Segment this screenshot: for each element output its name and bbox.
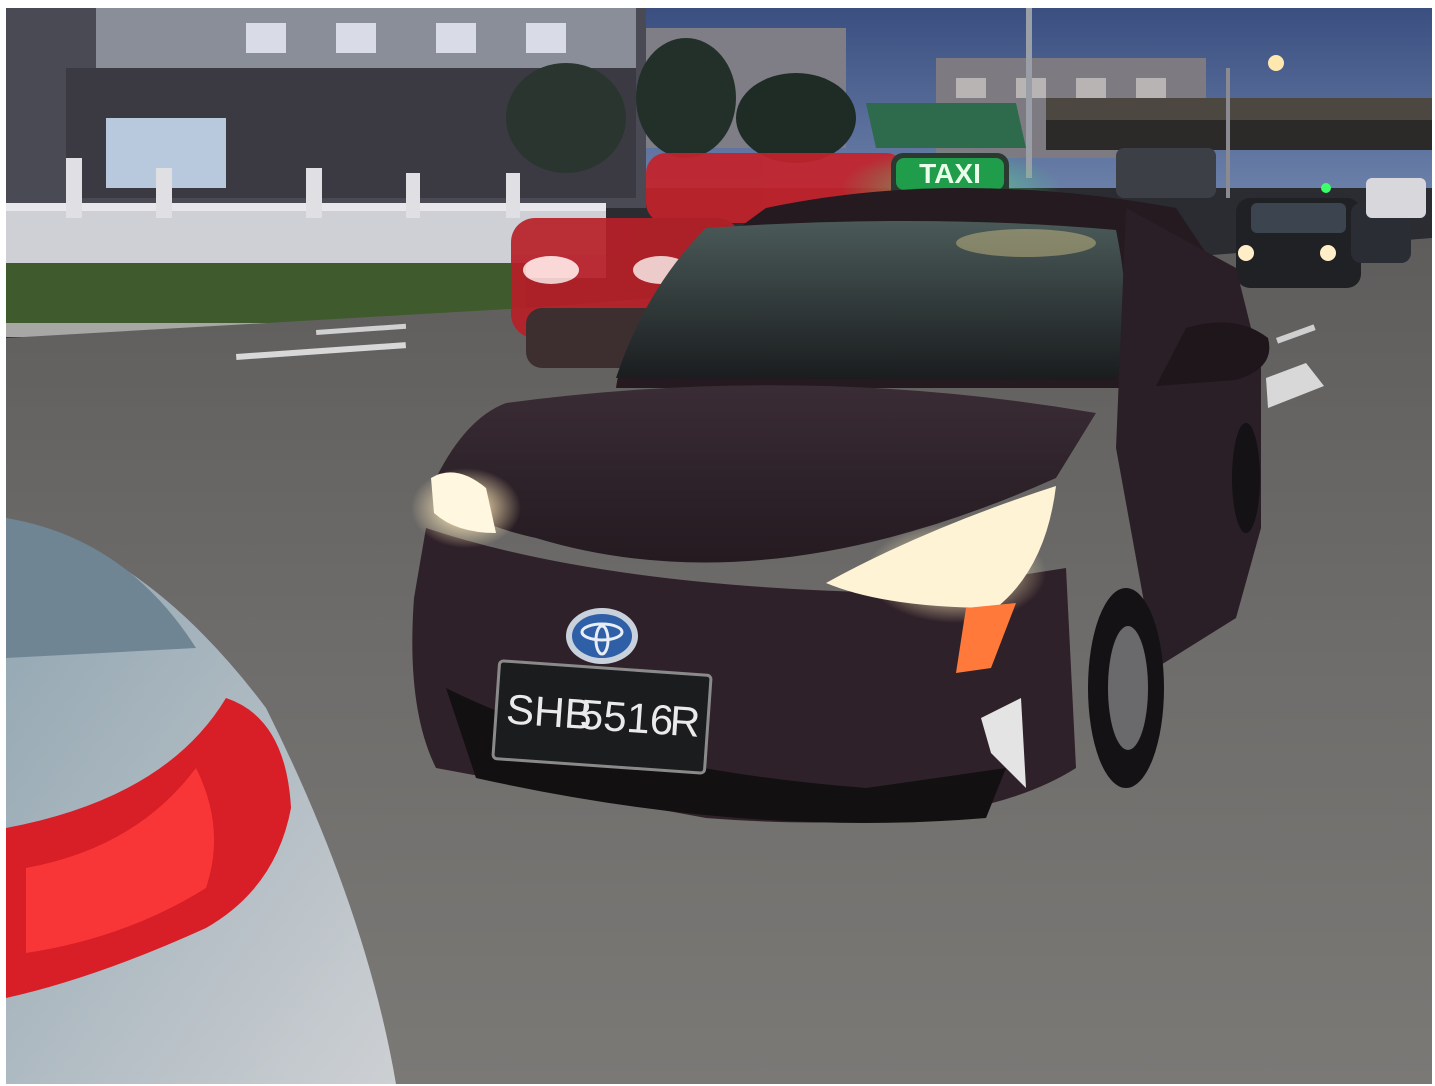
- street-photo: TAXI SHB 5516 R: [6, 8, 1432, 1084]
- green-awning: [866, 103, 1026, 148]
- license-plate: SHB 5516 R: [491, 659, 713, 775]
- plate-text-suffix: R: [668, 697, 702, 746]
- taxi-sign-text: TAXI: [919, 158, 981, 189]
- toyota-emblem: [566, 608, 638, 664]
- plate-text-number: 5516: [579, 691, 675, 744]
- photo-frame: TAXI SHB 5516 R: [6, 8, 1432, 1084]
- headlight-left: [411, 468, 521, 548]
